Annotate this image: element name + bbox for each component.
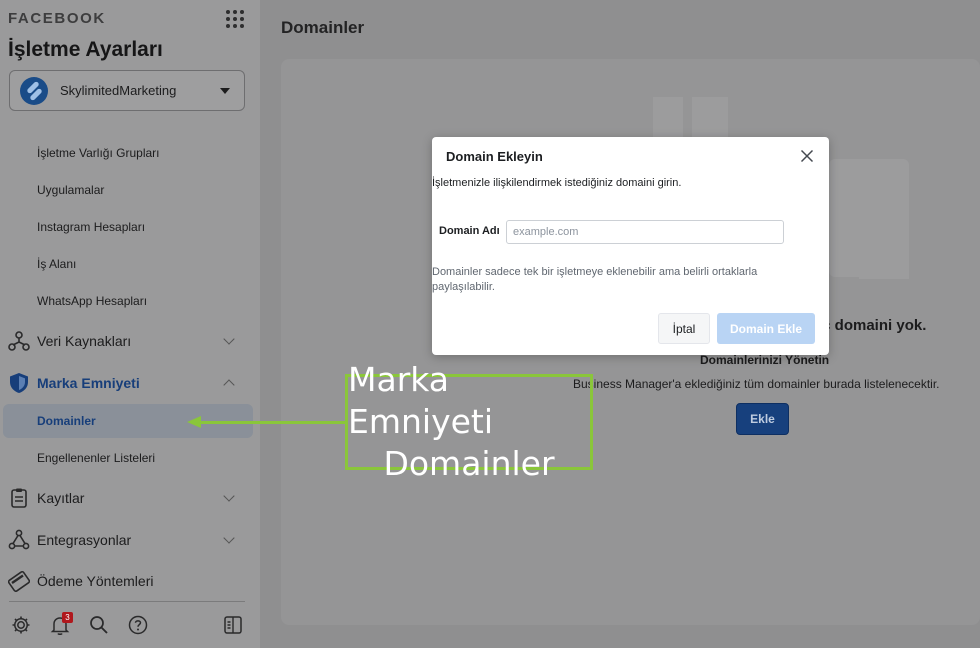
sidebar-section-data-sources[interactable]: Veri Kaynakları bbox=[0, 326, 252, 356]
caret-down-icon bbox=[220, 87, 230, 94]
integrations-icon bbox=[8, 529, 30, 550]
account-name: SkylimitedMarketing bbox=[60, 83, 177, 98]
dialog-note: Domainler sadece tek bir işletmeye eklen… bbox=[432, 266, 758, 293]
annotation-line-2: Domainler bbox=[383, 444, 555, 483]
sidebar-item-business-area[interactable]: İş Alanı bbox=[37, 257, 76, 271]
add-domain-button[interactable]: Domain Ekle bbox=[717, 313, 815, 344]
account-selector[interactable]: SkylimitedMarketing bbox=[9, 70, 245, 111]
data-sources-icon bbox=[8, 331, 30, 351]
facebook-logo: FACEBOOK bbox=[8, 10, 106, 27]
sidebar-section-label: Marka Emniyeti bbox=[37, 375, 140, 391]
sidebar-section-integrations[interactable]: Entegrasyonlar bbox=[0, 525, 252, 555]
sidebar-item-asset-groups[interactable]: İşletme Varlığı Grupları bbox=[37, 146, 159, 160]
sidebar-title: İşletme Ayarları bbox=[8, 38, 163, 61]
annotation-callout: Marka Emniyeti Domainler bbox=[345, 360, 593, 483]
domain-name-label: Domain Adı bbox=[439, 225, 500, 237]
annotation-line-1: Marka Emniyeti bbox=[348, 360, 494, 441]
collapse-panel-icon[interactable] bbox=[222, 614, 244, 636]
notifications-button[interactable]: 3 bbox=[49, 612, 73, 636]
add-button[interactable]: Ekle bbox=[736, 403, 789, 435]
sidebar-item-whatsapp[interactable]: WhatsApp Hesapları bbox=[37, 294, 147, 308]
help-icon[interactable] bbox=[127, 614, 149, 636]
empty-state-title: iç domaini yok. bbox=[818, 317, 927, 334]
sidebar-item-block-lists[interactable]: Engellenenler Listeleri bbox=[37, 451, 155, 465]
manage-domains-description: Business Manager'a eklediğiniz tüm domai… bbox=[573, 377, 940, 391]
dialog-description: İşletmenizle ilişkilendirmek istediğiniz… bbox=[432, 177, 682, 189]
domain-name-input[interactable] bbox=[506, 220, 784, 244]
chevron-down-icon bbox=[223, 532, 235, 544]
sidebar-section-label: Ödeme Yöntemleri bbox=[37, 573, 154, 589]
page-title: Domainler bbox=[281, 18, 365, 37]
dialog-title: Domain Ekleyin bbox=[446, 149, 543, 164]
settings-gear-icon[interactable] bbox=[10, 614, 32, 636]
sidebar-item-apps[interactable]: Uygulamalar bbox=[37, 183, 104, 197]
sidebar-section-logs[interactable]: Kayıtlar bbox=[0, 483, 252, 513]
sidebar-section-label: Entegrasyonlar bbox=[37, 532, 132, 548]
annotation-arrow-line bbox=[200, 421, 345, 424]
sidebar: FACEBOOK İşletme Ayarları SkylimitedMark… bbox=[0, 0, 260, 648]
sidebar-item-label: Domainler bbox=[37, 414, 96, 428]
manage-domains-title: Domainlerinizi Yönetin bbox=[700, 353, 830, 367]
add-domain-dialog: Domain Ekleyin İşletmenizle ilişkilendir… bbox=[432, 137, 829, 355]
notification-badge: 3 bbox=[62, 612, 73, 623]
sidebar-section-label: Kayıtlar bbox=[37, 490, 85, 506]
annotation-arrow-head bbox=[187, 416, 201, 428]
sidebar-section-brand-safety[interactable]: Marka Emniyeti bbox=[0, 368, 252, 398]
sidebar-item-instagram[interactable]: Instagram Hesapları bbox=[37, 220, 145, 234]
chevron-down-icon bbox=[223, 333, 235, 345]
apps-grid-icon[interactable] bbox=[226, 10, 244, 28]
clipboard-icon bbox=[11, 488, 27, 508]
cancel-button[interactable]: İptal bbox=[658, 313, 710, 344]
sidebar-divider bbox=[9, 601, 245, 602]
chevron-up-icon bbox=[223, 379, 235, 391]
shield-icon bbox=[10, 373, 28, 393]
close-icon[interactable] bbox=[800, 149, 814, 163]
account-avatar bbox=[20, 76, 48, 105]
sidebar-section-payment-methods[interactable]: Ödeme Yöntemleri bbox=[0, 566, 252, 596]
credit-card-icon bbox=[8, 570, 30, 592]
sidebar-section-label: Veri Kaynakları bbox=[37, 333, 132, 349]
search-icon[interactable] bbox=[88, 614, 110, 636]
chevron-down-icon bbox=[223, 490, 235, 502]
